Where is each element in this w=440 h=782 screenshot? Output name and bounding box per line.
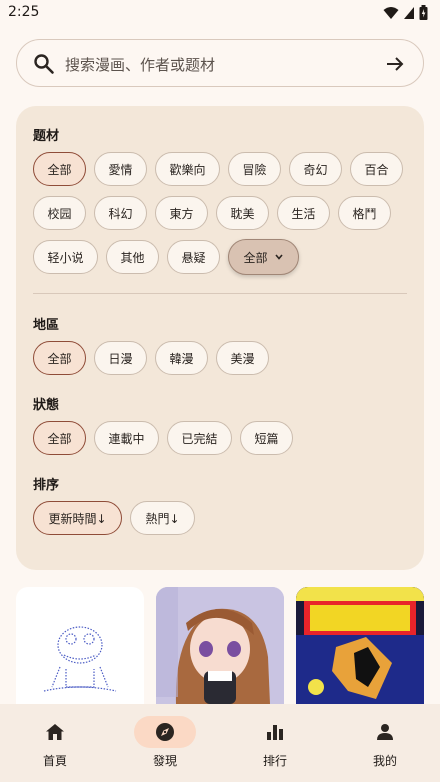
wifi-icon bbox=[383, 6, 399, 19]
search-icon bbox=[34, 54, 54, 74]
sort-title: 排序 bbox=[33, 478, 60, 493]
nav-item-profile[interactable]: 我的 bbox=[345, 716, 425, 776]
home-icon bbox=[46, 724, 64, 740]
status-bar: 2:25 bbox=[0, 0, 440, 26]
compass-icon bbox=[156, 723, 174, 741]
nav-label: 我的 bbox=[372, 754, 397, 768]
divider bbox=[33, 293, 407, 294]
nav-label: 發現 bbox=[152, 754, 177, 768]
nav-icon-container bbox=[244, 716, 306, 748]
comic-cover[interactable] bbox=[296, 587, 424, 704]
status-time: 2:25 bbox=[8, 4, 40, 20]
anime-girl-cover-image bbox=[156, 587, 284, 704]
retro-comic-cover-image bbox=[296, 587, 424, 704]
state-chip[interactable]: 全部 bbox=[33, 421, 86, 455]
genre-chip[interactable]: 全部 bbox=[33, 152, 86, 186]
state-chip[interactable]: 短篇 bbox=[240, 421, 293, 455]
region-chip[interactable]: 韓漫 bbox=[155, 341, 208, 375]
genre-chip[interactable]: 冒險 bbox=[228, 152, 281, 186]
genre-chip[interactable]: 格鬥 bbox=[338, 196, 391, 230]
nav-icon-container bbox=[134, 716, 196, 748]
nav-icon-container bbox=[354, 716, 416, 748]
genre-more-dropdown[interactable]: 全部 bbox=[228, 239, 299, 275]
genre-chip[interactable]: 愛情 bbox=[94, 152, 147, 186]
genre-chip[interactable]: 歡樂向 bbox=[155, 152, 220, 186]
region-chip[interactable]: 日漫 bbox=[94, 341, 147, 375]
nav-icon-container bbox=[24, 716, 86, 748]
genre-chip[interactable]: 東方 bbox=[155, 196, 208, 230]
status-icons bbox=[383, 5, 428, 20]
state-chip[interactable]: 已完結 bbox=[167, 421, 232, 455]
chevron-down-icon bbox=[274, 254, 283, 260]
genre-chip[interactable]: 耽美 bbox=[216, 196, 269, 230]
search-bar[interactable]: 搜索漫画、作者或题材 bbox=[16, 39, 424, 87]
nav-item-ranking[interactable]: 排行 bbox=[235, 716, 315, 776]
state-chip[interactable]: 連載中 bbox=[94, 421, 159, 455]
region-chip[interactable]: 美漫 bbox=[216, 341, 269, 375]
sort-chip-updated[interactable]: 更新時間↓ bbox=[33, 501, 122, 535]
ascii-art-cover-image bbox=[43, 626, 117, 692]
genre-title: 题材 bbox=[33, 129, 60, 144]
dropdown-label: 全部 bbox=[243, 250, 268, 265]
genre-chip[interactable]: 轻小说 bbox=[33, 240, 98, 274]
genre-chip[interactable]: 其他 bbox=[106, 240, 159, 274]
comic-grid bbox=[16, 587, 424, 704]
bar-chart-icon bbox=[267, 725, 283, 740]
bottom-navigation: 首頁 發現 排行 我的 bbox=[0, 704, 440, 782]
genre-chip[interactable]: 奇幻 bbox=[289, 152, 342, 186]
comic-cover[interactable] bbox=[16, 587, 144, 704]
nav-item-discover[interactable]: 發現 bbox=[125, 716, 205, 776]
nav-label: 首頁 bbox=[42, 754, 67, 768]
battery-icon bbox=[419, 5, 428, 20]
filter-panel: 题材 全部 愛情 歡樂向 冒險 奇幻 百合 校园 科幻 東方 耽美 生活 格鬥 … bbox=[16, 106, 424, 570]
region-chip[interactable]: 全部 bbox=[33, 341, 86, 375]
genre-chip[interactable]: 科幻 bbox=[94, 196, 147, 230]
genre-chip[interactable]: 生活 bbox=[277, 196, 330, 230]
signal-icon bbox=[404, 6, 414, 19]
arrow-right-icon[interactable] bbox=[385, 54, 405, 74]
genre-chip[interactable]: 校园 bbox=[33, 196, 86, 230]
nav-label: 排行 bbox=[262, 754, 287, 768]
genre-chip[interactable]: 百合 bbox=[350, 152, 403, 186]
search-input[interactable]: 搜索漫画、作者或题材 bbox=[65, 54, 215, 75]
region-title: 地區 bbox=[33, 318, 60, 333]
person-icon bbox=[377, 724, 393, 740]
sort-chip-popular[interactable]: 熱門↓ bbox=[130, 501, 195, 535]
nav-item-home[interactable]: 首頁 bbox=[15, 716, 95, 776]
comic-cover[interactable] bbox=[156, 587, 284, 704]
genre-chip[interactable]: 悬疑 bbox=[167, 240, 220, 274]
state-title: 狀態 bbox=[33, 398, 60, 413]
